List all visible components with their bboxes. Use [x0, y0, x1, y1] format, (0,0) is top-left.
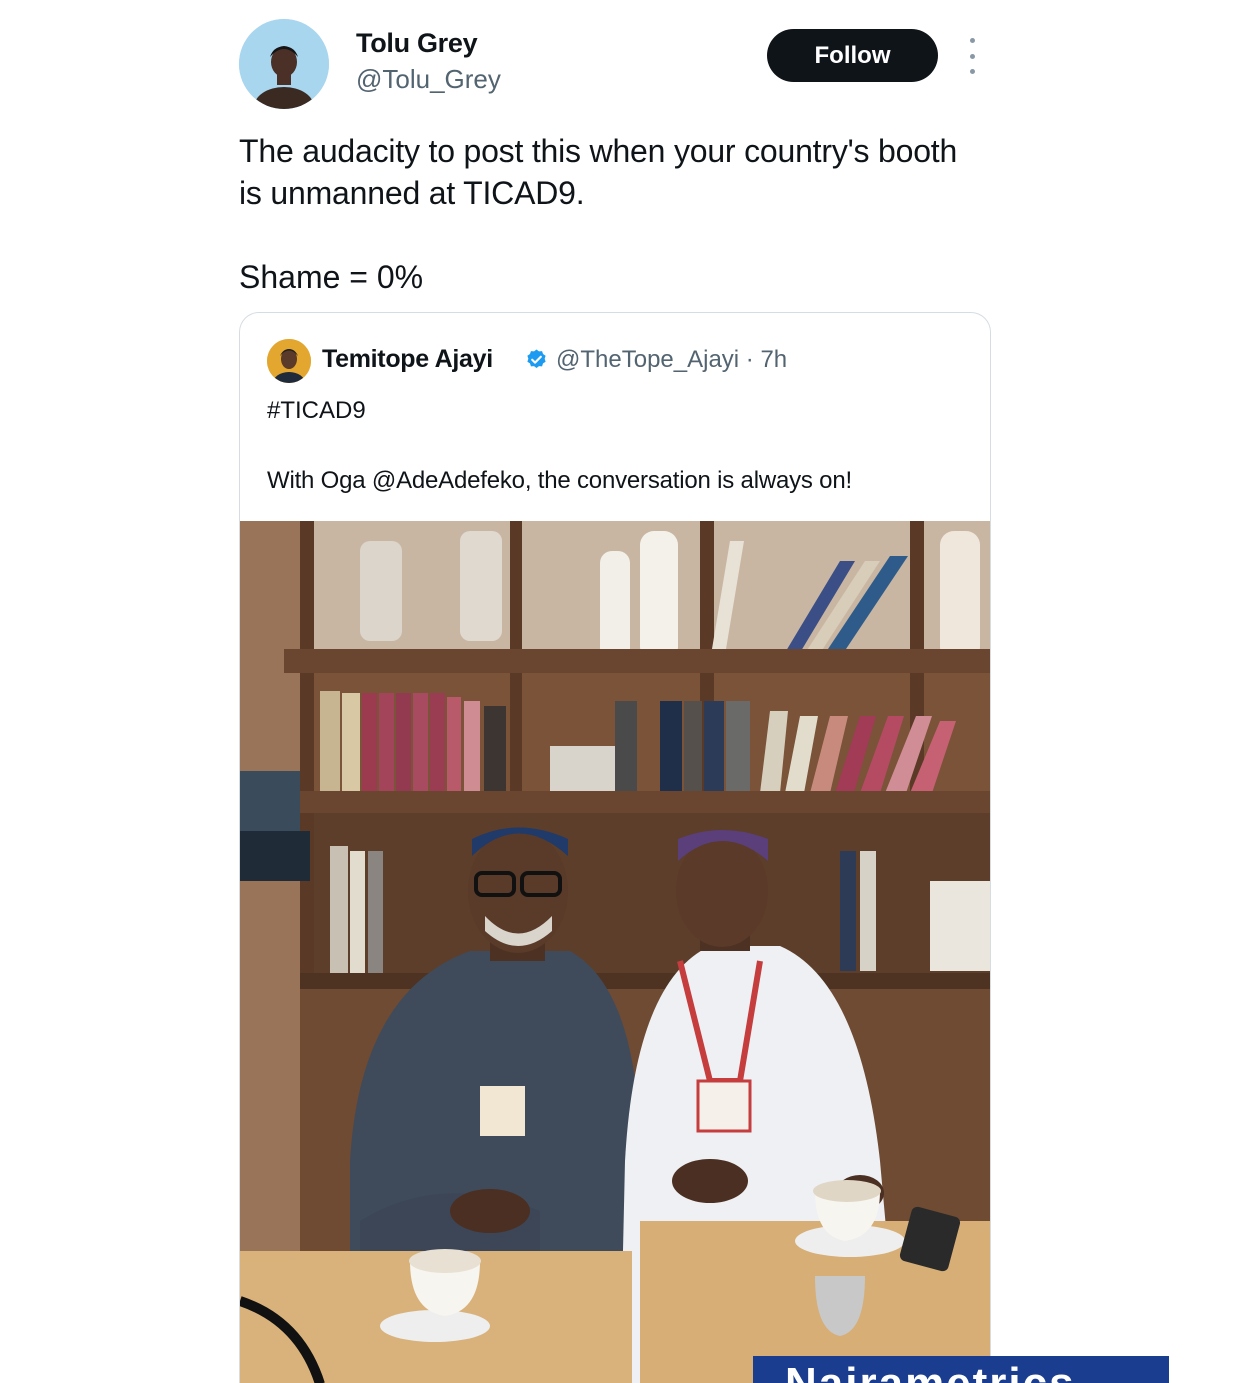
tweet-text: The audacity to post this when your coun… [239, 133, 958, 211]
more-options-icon[interactable] [962, 38, 982, 74]
person-avatar-icon [239, 19, 329, 109]
quoted-author-avatar[interactable] [267, 339, 311, 383]
photo-two-men-bookshelf [240, 521, 990, 1383]
tweet-screenshot: Tolu Grey @Tolu_Grey Follow The audacity… [0, 0, 1242, 1383]
quoted-tweet-card[interactable]: Temitope Ajayi @TheTope_Ajayi · 7h #TICA… [239, 312, 991, 1383]
follow-button[interactable]: Follow [767, 29, 938, 82]
nairametrics-watermark: Nairametrics [753, 1356, 1169, 1383]
author-handle[interactable]: @Tolu_Grey [356, 64, 501, 95]
quoted-hashtag[interactable]: #TICAD9 [267, 397, 366, 425]
author-name[interactable]: Tolu Grey [356, 28, 478, 59]
author-avatar[interactable] [239, 19, 329, 109]
tweet-text-shame: Shame = 0% [239, 259, 424, 295]
quoted-tweet-photo[interactable] [240, 521, 990, 1383]
quoted-author-name[interactable]: Temitope Ajayi [322, 345, 493, 374]
quoted-tweet-text: With Oga @AdeAdefeko, the conversation i… [267, 467, 852, 494]
verified-badge-icon [527, 349, 546, 369]
quoted-author-handle-time[interactable]: @TheTope_Ajayi · 7h [556, 346, 787, 374]
person-avatar-icon [267, 339, 311, 383]
watermark-text: Nairametrics [785, 1362, 1076, 1383]
